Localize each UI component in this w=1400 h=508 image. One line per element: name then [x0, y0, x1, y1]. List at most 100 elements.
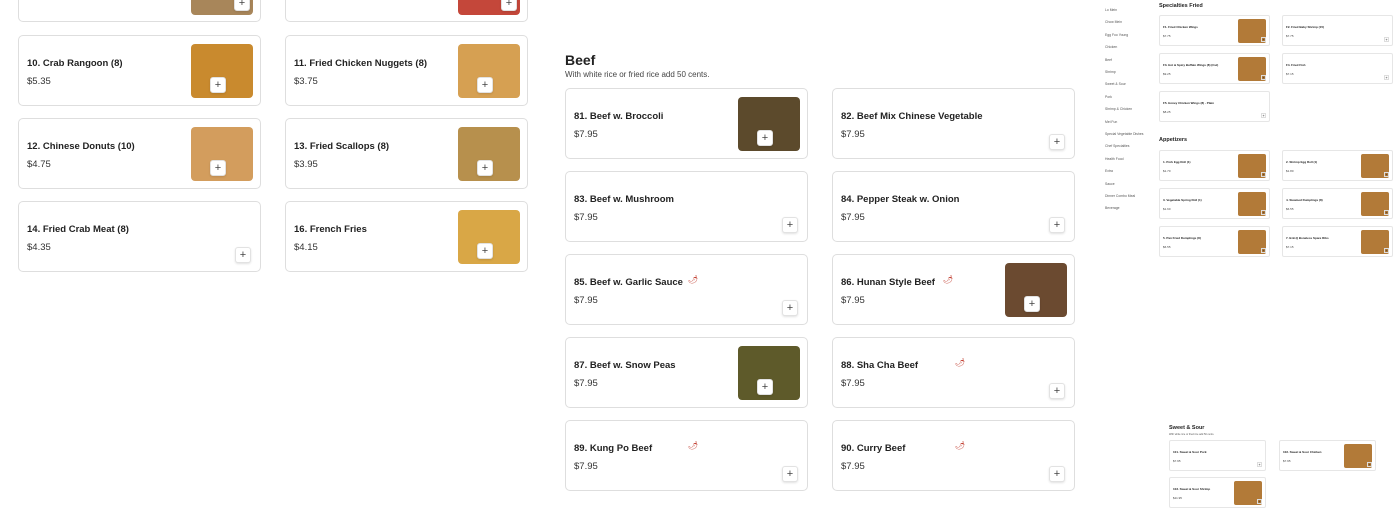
- menu-item-card[interactable]: 85. Beef w. Garlic Sauce $7.95 🌶 +: [565, 254, 808, 325]
- preview-nav-item[interactable]: Sweet & Sour: [1105, 82, 1126, 86]
- preview-item-price: $9.25: [1163, 72, 1171, 76]
- add-to-cart-icon[interactable]: +: [757, 379, 773, 395]
- menu-item-card[interactable]: 83. Beef w. Mushroom $7.95 +: [565, 171, 808, 242]
- menu-item-card[interactable]: 13. Fried Scallops (8) $3.95 +: [285, 118, 528, 189]
- preview-menu-card[interactable]: 101. Sweet & Sour Pork $7.95 +: [1169, 440, 1266, 471]
- add-to-cart-icon[interactable]: +: [782, 300, 798, 316]
- preview-add-icon[interactable]: +: [1384, 210, 1389, 215]
- add-to-cart-icon[interactable]: +: [477, 243, 493, 259]
- menu-item-card[interactable]: 89. Kung Po Beef $7.95 🌶 +: [565, 420, 808, 491]
- preview-section-title: Sweet & Sour: [1169, 425, 1205, 431]
- preview-item-name: F2. Fried Baby Shrimp (15): [1286, 25, 1325, 29]
- preview-nav-item[interactable]: Pork: [1105, 95, 1112, 99]
- preview-menu-card[interactable]: 4. Steamed Dumplings (8) $6.55 +: [1282, 188, 1393, 219]
- preview-nav-item[interactable]: Mei Fun: [1105, 120, 1117, 124]
- preview-add-icon[interactable]: +: [1261, 113, 1266, 118]
- preview-menu-card[interactable]: 102. Sweet & Sour Chicken $7.95 +: [1279, 440, 1376, 471]
- preview-nav-item[interactable]: Shrimp & Chicken: [1105, 107, 1132, 111]
- preview-menu-card[interactable]: 3. Vegetable Spring Roll (1) $1.60 +: [1159, 188, 1270, 219]
- preview-item-name: 101. Sweet & Sour Pork: [1173, 450, 1207, 454]
- add-to-cart-icon[interactable]: +: [477, 77, 493, 93]
- preview-menu-card[interactable]: 1. Pork Egg Roll (1) $1.70 +: [1159, 150, 1270, 181]
- preview-nav-item[interactable]: Extra: [1105, 169, 1113, 173]
- preview-add-icon[interactable]: +: [1261, 172, 1266, 177]
- preview-menu-card[interactable]: F4. Fried Fish $7.15 +: [1282, 53, 1393, 84]
- preview-add-icon[interactable]: +: [1257, 462, 1262, 467]
- preview-item-name: 5. Pan Fried Dumplings (8): [1163, 236, 1201, 240]
- menu-item-card[interactable]: 11. Fried Chicken Nuggets (8) $3.75 +: [285, 35, 528, 106]
- preview-add-icon[interactable]: +: [1261, 37, 1266, 42]
- preview-nav-item[interactable]: Chicken: [1105, 45, 1117, 49]
- preview-add-icon[interactable]: +: [1384, 75, 1389, 80]
- menu-item-card[interactable]: 14. Fried Crab Meat (8) $4.35 +: [18, 201, 261, 272]
- item-name: 84. Pepper Steak w. Onion: [841, 194, 960, 205]
- preview-item-price: $1.70: [1163, 169, 1171, 173]
- preview-nav-item[interactable]: Beverage: [1105, 206, 1120, 210]
- add-icon[interactable]: +: [501, 0, 517, 11]
- preview-item-name: 7. B-B-Q Boneless Spare Ribs: [1286, 236, 1329, 240]
- menu-card-cropped[interactable]: +: [285, 0, 528, 22]
- preview-item-price: $7.75: [1286, 34, 1294, 38]
- add-to-cart-icon[interactable]: +: [1049, 134, 1065, 150]
- preview-menu-card[interactable]: 2. Shrimp Egg Roll (1) $1.80 +: [1282, 150, 1393, 181]
- preview-menu-card[interactable]: F2. Fried Baby Shrimp (15) $7.75 +: [1282, 15, 1393, 46]
- preview-nav-item[interactable]: Chef Specialties: [1105, 144, 1130, 148]
- preview-nav-item[interactable]: Lo Mein: [1105, 8, 1117, 12]
- item-price: $3.95: [294, 159, 318, 170]
- preview-menu-card[interactable]: 5. Pan Fried Dumplings (8) $6.55 +: [1159, 226, 1270, 257]
- preview-nav-item[interactable]: Health Food: [1105, 157, 1123, 161]
- add-to-cart-icon[interactable]: +: [782, 466, 798, 482]
- menu-item-card[interactable]: 12. Chinese Donuts (10) $4.75 +: [18, 118, 261, 189]
- preview-nav-item[interactable]: Beef: [1105, 58, 1112, 62]
- add-icon[interactable]: +: [234, 0, 250, 11]
- item-price: $7.95: [574, 378, 598, 389]
- preview-nav-item[interactable]: Shrimp: [1105, 70, 1116, 74]
- menu-item-card[interactable]: 81. Beef w. Broccoli $7.95 +: [565, 88, 808, 159]
- preview-menu-card[interactable]: 7. B-B-Q Boneless Spare Ribs $7.15 +: [1282, 226, 1393, 257]
- menu-item-card[interactable]: 90. Curry Beef $7.95 🌶 +: [832, 420, 1075, 491]
- preview-add-icon[interactable]: +: [1367, 462, 1372, 467]
- preview-add-icon[interactable]: +: [1384, 37, 1389, 42]
- add-to-cart-icon[interactable]: +: [1049, 383, 1065, 399]
- preview-nav-item[interactable]: Chow Mein: [1105, 20, 1122, 24]
- preview-menu-card[interactable]: F3. Hot & Spicy Buffalo Wings (8) (Cut) $…: [1159, 53, 1270, 84]
- preview-menu-card[interactable]: F5. Honey Chicken Wings (8) · Plain $8.25…: [1159, 91, 1270, 122]
- preview-item-price: $7.15: [1286, 245, 1294, 249]
- item-price: $7.95: [574, 295, 598, 306]
- add-to-cart-icon[interactable]: +: [782, 217, 798, 233]
- preview-add-icon[interactable]: +: [1261, 75, 1266, 80]
- menu-card-cropped[interactable]: +: [18, 0, 261, 22]
- item-price: $7.95: [574, 461, 598, 472]
- preview-menu-card[interactable]: 103. Sweet & Sour Shrimp $11.95 +: [1169, 477, 1266, 508]
- add-to-cart-icon[interactable]: +: [1049, 217, 1065, 233]
- preview-add-icon[interactable]: +: [1261, 210, 1266, 215]
- add-to-cart-icon[interactable]: +: [477, 160, 493, 176]
- menu-item-card[interactable]: 84. Pepper Steak w. Onion $7.95 +: [832, 171, 1075, 242]
- preview-add-icon[interactable]: +: [1384, 248, 1389, 253]
- preview-item-name: 2. Shrimp Egg Roll (1): [1286, 160, 1318, 164]
- preview-nav-item[interactable]: Sauce: [1105, 182, 1115, 186]
- add-to-cart-icon[interactable]: +: [210, 77, 226, 93]
- preview-item-price: $6.55: [1286, 207, 1294, 211]
- preview-nav-item[interactable]: Special Vegetable Dishes: [1105, 132, 1143, 136]
- add-to-cart-icon[interactable]: +: [1049, 466, 1065, 482]
- menu-item-card[interactable]: 82. Beef Mix Chinese Vegetable $7.95 +: [832, 88, 1075, 159]
- preview-nav-item[interactable]: Dinner Combo Meal: [1105, 194, 1135, 198]
- spicy-chili-icon: 🌶: [943, 275, 954, 284]
- add-to-cart-icon[interactable]: +: [1024, 296, 1040, 312]
- preview-item-price: $1.80: [1286, 169, 1294, 173]
- menu-item-card[interactable]: 10. Crab Rangoon (8) $5.35 +: [18, 35, 261, 106]
- add-to-cart-icon[interactable]: +: [235, 247, 251, 263]
- add-to-cart-icon[interactable]: +: [757, 130, 773, 146]
- add-to-cart-icon[interactable]: +: [210, 160, 226, 176]
- preview-menu-card[interactable]: F1. Fried Chicken Wings $7.75 +: [1159, 15, 1270, 46]
- preview-nav-item[interactable]: Egg Foo Young: [1105, 33, 1128, 37]
- preview-add-icon[interactable]: +: [1384, 172, 1389, 177]
- menu-item-card[interactable]: 86. Hunan Style Beef $7.95 🌶 +: [832, 254, 1075, 325]
- preview-add-icon[interactable]: +: [1261, 248, 1266, 253]
- menu-item-card[interactable]: 87. Beef w. Snow Peas $7.95 +: [565, 337, 808, 408]
- spicy-chili-icon: 🌶: [688, 275, 699, 284]
- menu-item-card[interactable]: 88. Sha Cha Beef $7.95 🌶 +: [832, 337, 1075, 408]
- item-name: 83. Beef w. Mushroom: [574, 194, 674, 205]
- menu-item-card[interactable]: 16. French Fries $4.15 +: [285, 201, 528, 272]
